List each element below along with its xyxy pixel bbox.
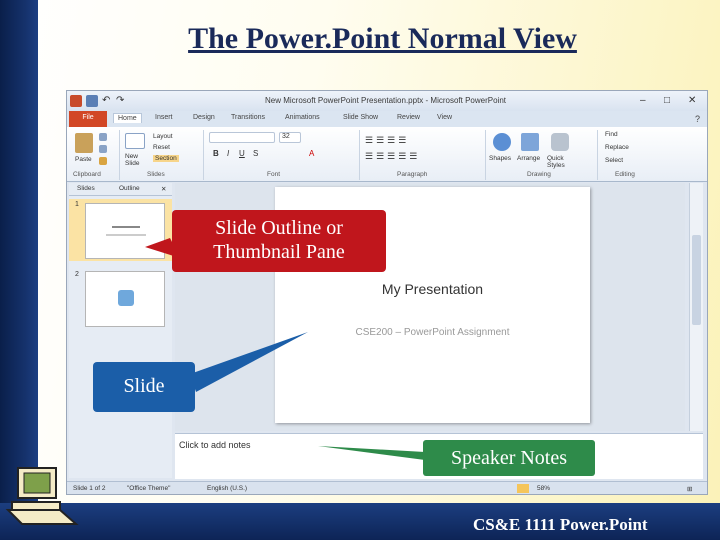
minimize-button[interactable]: – bbox=[640, 95, 646, 106]
slide-callout: Slide bbox=[93, 362, 195, 412]
format-painter-icon[interactable] bbox=[99, 157, 107, 165]
tab-transitions[interactable]: Transitions bbox=[227, 113, 269, 122]
group-separator bbox=[203, 130, 204, 180]
bullets-icon[interactable]: ☰☰☰☰ bbox=[365, 135, 409, 146]
paste-icon[interactable] bbox=[75, 133, 93, 153]
maximize-button[interactable]: □ bbox=[664, 95, 670, 106]
font-color-icon[interactable]: A bbox=[309, 149, 314, 158]
window-titlebar: ↶ ↷ New Microsoft PowerPoint Presentatio… bbox=[67, 91, 707, 111]
window-title: New Microsoft PowerPoint Presentation.pp… bbox=[265, 96, 506, 105]
slide-thumbnail[interactable] bbox=[85, 271, 165, 327]
thumbnail-subtitle-line bbox=[106, 234, 146, 236]
tab-slide-show[interactable]: Slide Show bbox=[339, 113, 382, 122]
find-button[interactable]: Find bbox=[605, 131, 618, 138]
tab-outline[interactable]: Outline bbox=[119, 185, 140, 192]
cut-icon[interactable] bbox=[99, 133, 107, 141]
pane-tabs: Slides Outline ✕ bbox=[69, 183, 172, 196]
group-separator bbox=[597, 130, 598, 180]
language-status[interactable]: English (U.S.) bbox=[207, 485, 247, 492]
bold-button[interactable]: B bbox=[213, 149, 219, 158]
save-icon[interactable] bbox=[86, 95, 98, 107]
tab-slides[interactable]: Slides bbox=[77, 185, 95, 192]
tab-home[interactable]: Home bbox=[113, 113, 142, 123]
tab-file[interactable]: File bbox=[69, 111, 107, 127]
align-icon[interactable]: ☰☰☰☰☰ bbox=[365, 151, 420, 162]
presentation-title[interactable]: My Presentation bbox=[275, 281, 590, 297]
thumbnail-number: 1 bbox=[75, 201, 79, 208]
outline-callout: Slide Outline or Thumbnail Pane bbox=[172, 210, 386, 272]
tab-review[interactable]: Review bbox=[393, 113, 424, 122]
group-drawing: Drawing bbox=[527, 171, 551, 178]
slide-title: The Power.Point Normal View bbox=[188, 22, 577, 55]
font-size-dropdown[interactable]: 32 bbox=[279, 132, 301, 143]
reset-button[interactable]: Reset bbox=[153, 144, 170, 151]
slide-thumbnail[interactable] bbox=[85, 203, 165, 259]
section-button[interactable]: Section bbox=[153, 155, 179, 162]
close-button[interactable]: ✕ bbox=[688, 95, 696, 106]
powerpoint-window: ↶ ↷ New Microsoft PowerPoint Presentatio… bbox=[66, 90, 708, 495]
shapes-icon[interactable] bbox=[493, 133, 511, 151]
quick-styles-button[interactable]: Quick Styles bbox=[547, 155, 575, 169]
paste-button[interactable]: Paste bbox=[75, 156, 92, 163]
font-name-dropdown[interactable] bbox=[209, 132, 275, 143]
group-separator bbox=[485, 130, 486, 180]
new-slide-icon[interactable] bbox=[125, 133, 145, 149]
underline-button[interactable]: U bbox=[239, 149, 245, 158]
redo-icon[interactable]: ↷ bbox=[116, 95, 128, 107]
presentation-subtitle[interactable]: CSE200 – PowerPoint Assignment bbox=[275, 327, 590, 338]
new-slide-button[interactable]: New Slide bbox=[125, 153, 149, 167]
arrange-icon[interactable] bbox=[521, 133, 539, 151]
layout-button[interactable]: Layout bbox=[153, 133, 173, 140]
ribbon-tabs: File Home Insert Design Transitions Anim… bbox=[67, 111, 707, 127]
tab-view[interactable]: View bbox=[433, 113, 456, 122]
status-bar: Slide 1 of 2 "Office Theme" English (U.S… bbox=[67, 481, 707, 494]
copy-icon[interactable] bbox=[99, 145, 107, 153]
scroll-thumb[interactable] bbox=[692, 235, 701, 325]
group-clipboard: Clipboard bbox=[73, 171, 101, 178]
shadow-button[interactable]: S bbox=[253, 149, 258, 158]
arrange-button[interactable]: Arrange bbox=[517, 155, 540, 162]
theme-name: "Office Theme" bbox=[127, 485, 171, 492]
ribbon: Paste Clipboard New Slide Layout Reset S… bbox=[67, 127, 707, 182]
replace-button[interactable]: Replace bbox=[605, 144, 629, 151]
notes-callout: Speaker Notes bbox=[423, 440, 595, 476]
quick-styles-icon[interactable] bbox=[551, 133, 569, 151]
footer-text: CS&E 1111 Power.Point bbox=[473, 515, 648, 534]
notes-placeholder[interactable]: Click to add notes bbox=[179, 440, 251, 450]
thumbnail-number: 2 bbox=[75, 271, 79, 278]
computer-icon bbox=[5, 467, 79, 525]
thumbnail-title-line bbox=[112, 226, 140, 228]
group-paragraph: Paragraph bbox=[397, 171, 428, 178]
select-button[interactable]: Select bbox=[605, 157, 623, 164]
tab-design[interactable]: Design bbox=[189, 113, 219, 122]
italic-button[interactable]: I bbox=[227, 149, 229, 158]
vertical-scrollbar[interactable] bbox=[689, 183, 703, 431]
left-accent-bar bbox=[0, 0, 38, 540]
fit-window-icon[interactable]: ⊞ bbox=[687, 485, 692, 493]
group-slides: Slides bbox=[147, 171, 165, 178]
close-pane-icon[interactable]: ✕ bbox=[161, 185, 166, 193]
tab-insert[interactable]: Insert bbox=[151, 113, 177, 122]
group-separator bbox=[359, 130, 360, 180]
powerpoint-logo-icon[interactable] bbox=[70, 95, 82, 107]
normal-view-icon[interactable] bbox=[517, 484, 529, 493]
group-editing: Editing bbox=[615, 171, 635, 178]
tab-animations[interactable]: Animations bbox=[281, 113, 324, 122]
clipart-icon bbox=[118, 290, 134, 306]
group-separator bbox=[119, 130, 120, 180]
shapes-button[interactable]: Shapes bbox=[489, 155, 511, 162]
zoom-level[interactable]: 58% bbox=[537, 485, 550, 492]
help-icon[interactable]: ? bbox=[691, 113, 704, 125]
thumbnail-pane: Slides Outline ✕ 1 2 bbox=[69, 183, 172, 478]
undo-icon[interactable]: ↶ bbox=[102, 95, 114, 107]
group-font: Font bbox=[267, 171, 281, 178]
